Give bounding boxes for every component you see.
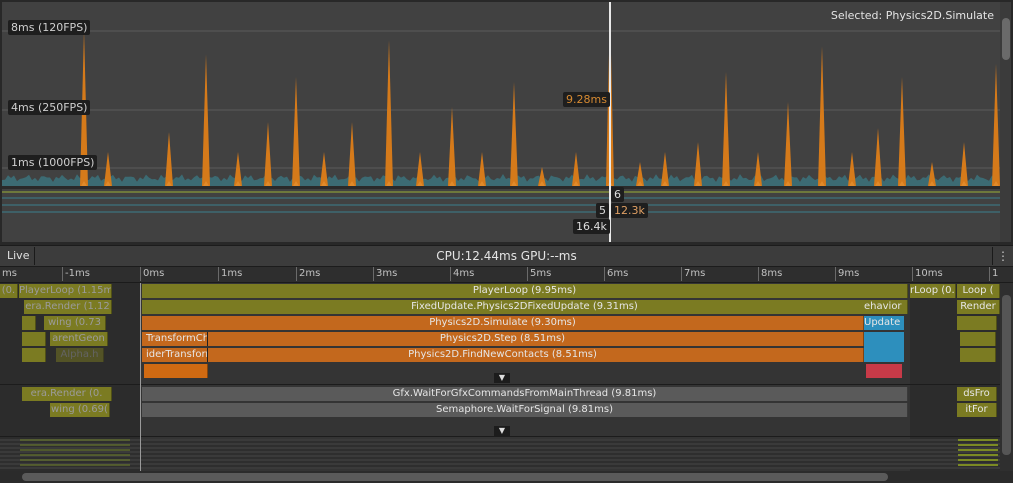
frame-spike <box>694 142 702 186</box>
ruler-tick: 3ms <box>373 267 397 281</box>
timeline-block[interactable]: PlayerLoop (1.15ms <box>19 284 112 298</box>
cursor-value-c: 16.4k <box>573 219 610 234</box>
timeline-block[interactable] <box>22 332 46 346</box>
timeline-block[interactable]: itFor <box>957 403 997 417</box>
cpu-gpu-time: CPU:12.44ms GPU:--ms <box>436 249 577 263</box>
thread-divider <box>0 436 1000 437</box>
timeline-block[interactable] <box>22 348 46 362</box>
physics2d-simulate-block[interactable]: Physics2D.Simulate (9.30ms) <box>142 316 864 330</box>
frame-spike <box>448 107 456 186</box>
timeline-block[interactable]: arentGeon <box>50 332 108 346</box>
thread-divider <box>0 384 1000 385</box>
frame-spike <box>661 152 669 186</box>
ruler-tick: 1ms <box>218 267 242 281</box>
timeline-block[interactable]: Loop ( <box>957 284 1000 298</box>
frame-spike <box>348 122 356 186</box>
frame-spike <box>572 152 580 186</box>
frame-spike <box>385 40 393 186</box>
cursor-small-b: 5 <box>596 203 609 218</box>
frame-spike <box>848 152 856 186</box>
frame-spike <box>264 122 272 186</box>
worker-threads[interactable] <box>0 439 1000 469</box>
ruler-tick: 0ms <box>140 267 164 281</box>
frame-spike <box>234 152 242 186</box>
fps-marker-250: 4ms (250FPS) <box>8 100 91 115</box>
frame-spike <box>754 152 762 186</box>
cursor-value-b: 12.3k <box>611 203 648 218</box>
timeline-block[interactable]: Alpha.h <box>56 348 104 362</box>
frame-spike <box>818 46 826 186</box>
ruler-tick: 6ms <box>604 267 628 281</box>
frame-spike <box>478 152 486 186</box>
timeline-block[interactable] <box>957 316 997 330</box>
timeline-vertical-thumb[interactable] <box>1002 295 1011 455</box>
timeline-block[interactable]: dsFro <box>957 387 997 401</box>
timeline-block[interactable] <box>22 316 36 330</box>
ruler-tick: 4ms <box>450 267 474 281</box>
physics2d-step-block[interactable]: Physics2D.Step (8.51ms) <box>142 332 864 346</box>
timeline-block[interactable] <box>960 348 996 362</box>
playerloop-block[interactable]: PlayerLoop (9.95ms) <box>142 284 908 298</box>
kebab-icon[interactable]: ⋮ <box>992 247 1013 265</box>
timeline-block[interactable]: ehavior <box>864 300 904 314</box>
timeline-block[interactable]: wing (0.73 <box>44 316 106 330</box>
collider-transform-block[interactable]: iderTransforn <box>144 348 208 362</box>
timeline-block[interactable] <box>144 364 208 378</box>
frame-spike <box>510 82 518 186</box>
chart-canvas[interactable] <box>2 2 1000 242</box>
ruler-tick: -1ms <box>62 267 90 281</box>
frame-spike <box>898 77 906 186</box>
cursor-value-label: 9.28ms <box>563 92 610 107</box>
frame-start-line <box>140 283 141 471</box>
timeline-block <box>958 439 998 467</box>
time-ruler[interactable]: ms -1ms 0ms 1ms 2ms 3ms 4ms 5ms 6ms 7ms … <box>0 267 1013 283</box>
profiler-toolbar: Live CPU:12.44ms GPU:--ms ⋮ <box>0 245 1013 267</box>
frame-spike <box>165 132 173 186</box>
ruler-tick: 5ms <box>527 267 551 281</box>
fps-marker-1000: 1ms (1000FPS) <box>8 155 98 170</box>
ruler-tick: 8ms <box>758 267 782 281</box>
ruler-tick: ms <box>2 268 17 279</box>
timeline-horizontal-thumb[interactable] <box>22 473 888 481</box>
gfx-wait-block[interactable]: Gfx.WaitForGfxCommandsFromMainThread (9.… <box>142 387 908 401</box>
frame-spike <box>320 152 328 186</box>
cpu-usage-chart[interactable]: 8ms (120FPS) 4ms (250FPS) 1ms (1000FPS) … <box>2 2 1000 242</box>
timeline-block[interactable] <box>960 332 996 346</box>
frame-spike <box>202 54 210 186</box>
semaphore-wait-block[interactable]: Semaphore.WaitForSignal (9.81ms) <box>142 403 908 417</box>
timeline-block[interactable]: (0. <box>0 284 18 298</box>
ruler-tick: 9ms <box>835 267 859 281</box>
frame-spike <box>292 77 300 186</box>
cursor-small-a: 6 <box>611 187 624 202</box>
frame-spike <box>784 102 792 186</box>
frame-spike <box>722 72 730 186</box>
fixedupdate-block[interactable]: FixedUpdate.Physics2DFixedUpdate (9.31ms… <box>142 300 908 314</box>
timeline-block[interactable]: era.Render (1.12 <box>24 300 112 314</box>
timeline-block[interactable]: rLoop (0.6 <box>910 284 956 298</box>
timeline-view[interactable]: (0. PlayerLoop (1.15ms era.Render (1.12 … <box>0 283 1000 471</box>
selected-sample-label: Selected: Physics2D.Simulate <box>830 9 994 22</box>
frame-spike <box>416 152 424 186</box>
ruler-tick: 7ms <box>681 267 705 281</box>
expand-arrow-icon[interactable]: ▼ <box>494 426 510 436</box>
chart-scrollbar-thumb[interactable] <box>1002 18 1010 60</box>
frame-spike <box>992 64 1000 186</box>
frame-spike <box>874 128 882 186</box>
ruler-tick: 10ms <box>912 267 943 281</box>
behaviour-update-block[interactable]: Update <box>864 316 904 330</box>
fps-marker-120: 8ms (120FPS) <box>8 20 91 35</box>
ruler-tick: 2ms <box>296 267 320 281</box>
physics2d-findnewcontacts-block[interactable]: Physics2D.FindNewContacts (8.51ms) <box>142 348 864 362</box>
frame-spike <box>960 142 968 186</box>
expand-arrow-icon[interactable]: ▼ <box>494 373 510 383</box>
timeline-block[interactable] <box>866 364 902 378</box>
timeline-block[interactable]: era.Render (0. <box>22 387 112 401</box>
timeline-block[interactable]: wing (0.69( <box>50 403 110 417</box>
timeline-block <box>20 439 130 467</box>
frame-spike <box>104 152 112 186</box>
timeline-block[interactable] <box>864 332 904 362</box>
timeline-block[interactable]: Render <box>957 300 1000 314</box>
transform-changes-block[interactable]: TransformCh <box>144 332 208 346</box>
ruler-tick: 1 <box>989 267 998 281</box>
